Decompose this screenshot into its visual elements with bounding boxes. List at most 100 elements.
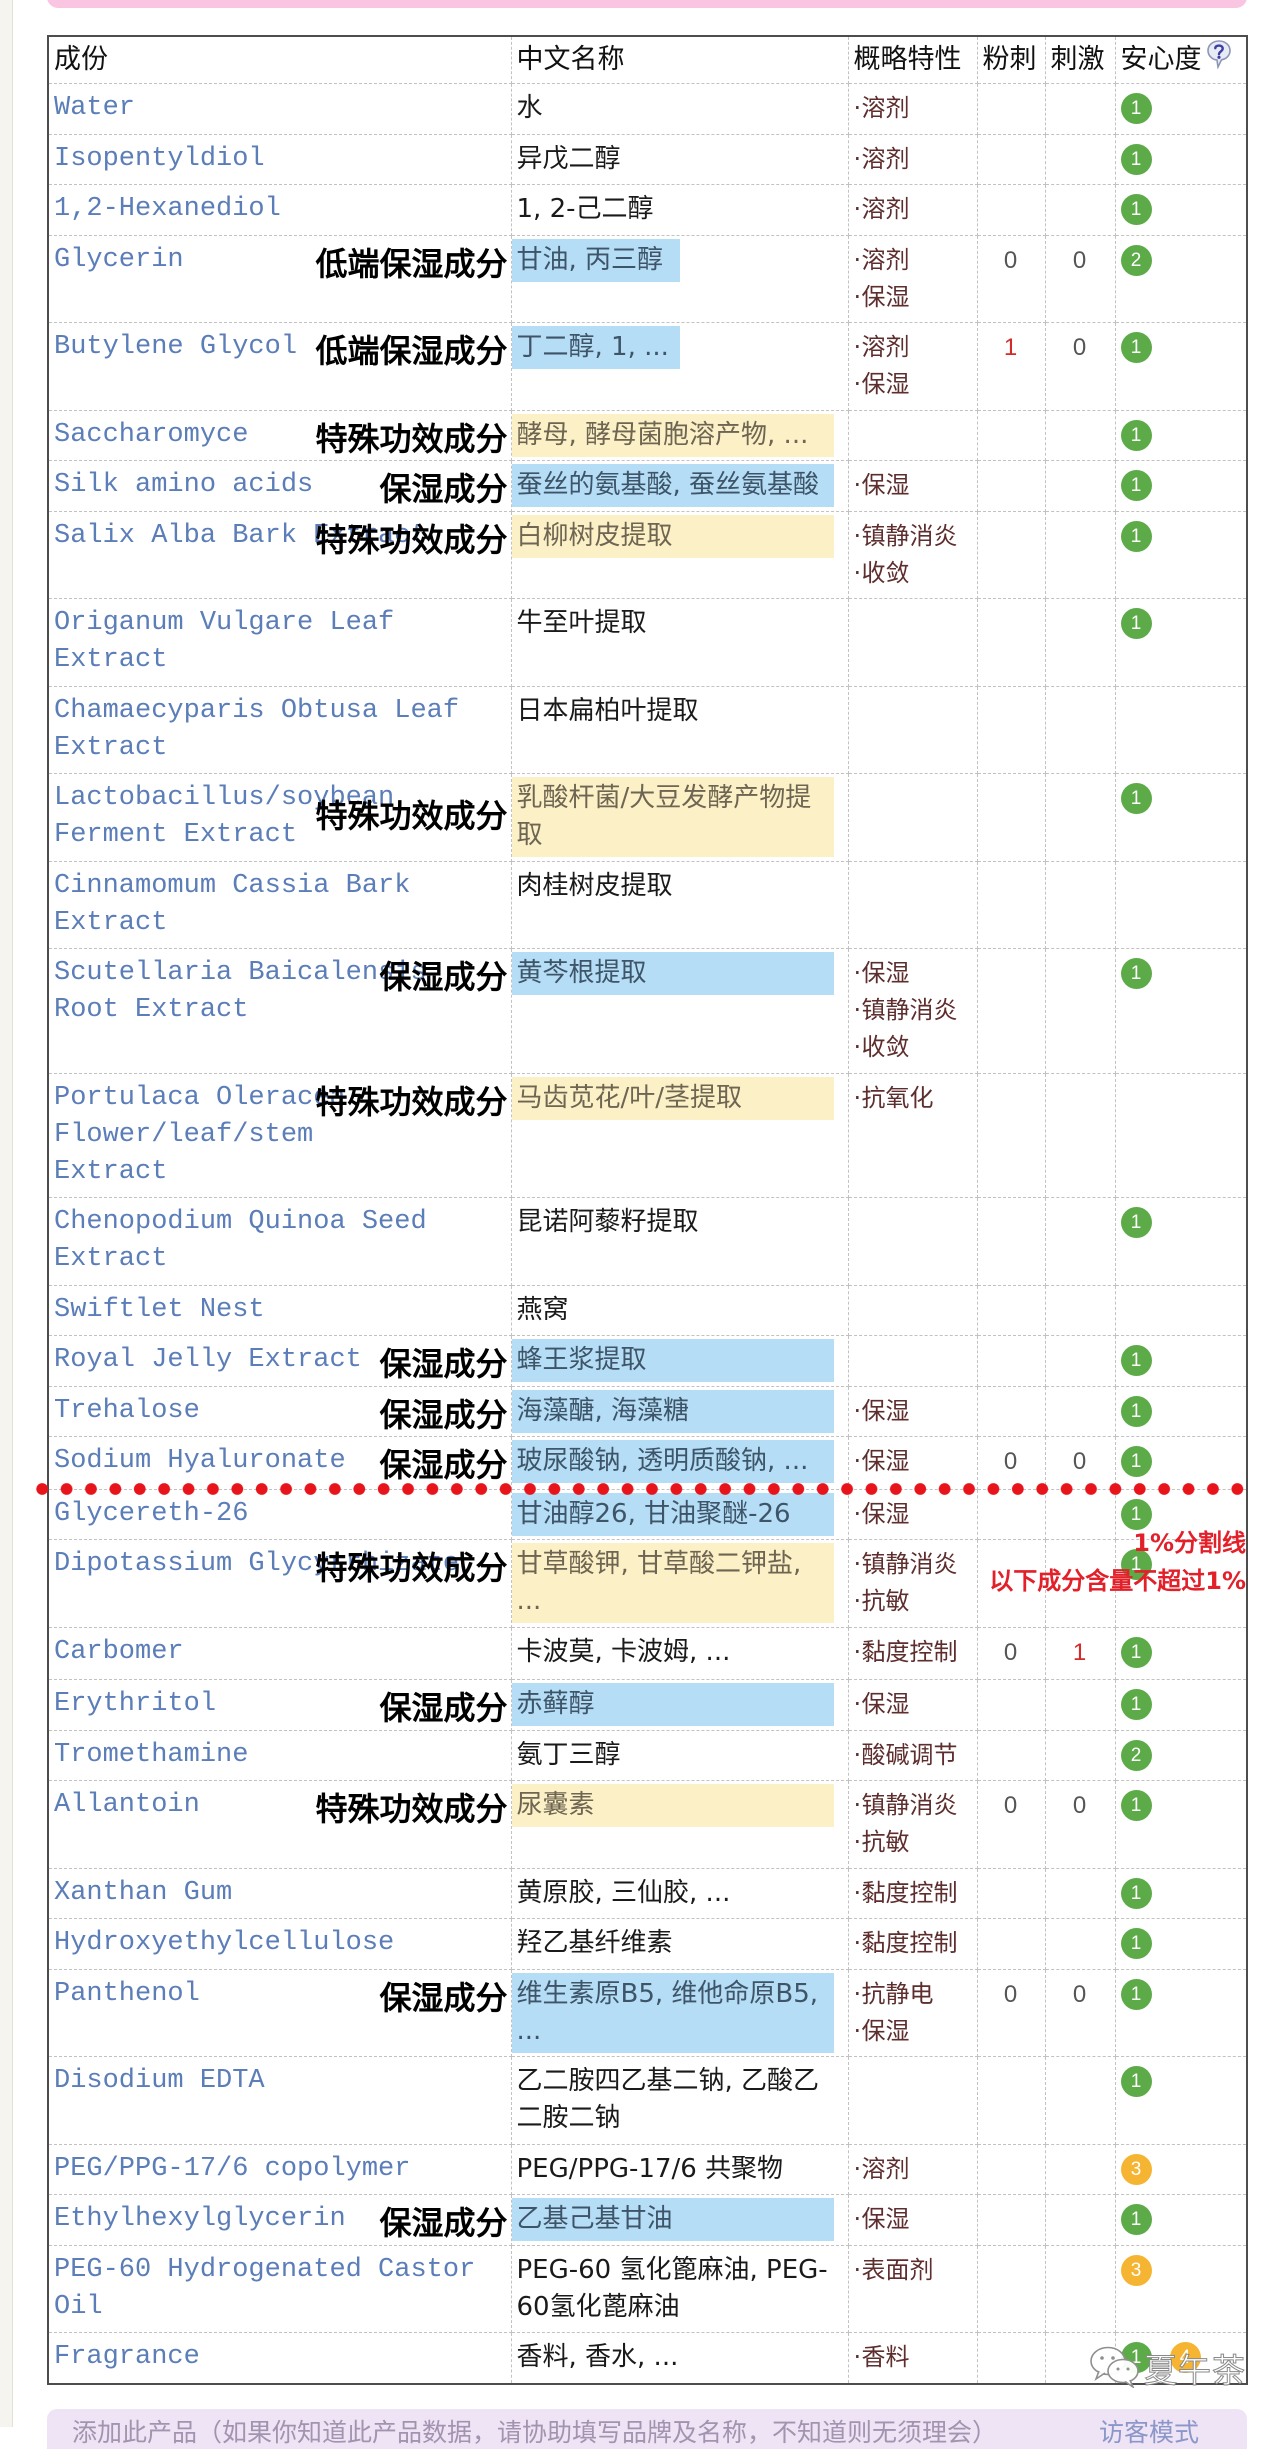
ingredient-row: Carbomer 卡波莫, 卡波姆, ... ·黏度控制 0 1 1 [47,1626,1248,1680]
page-left-margin [0,0,13,2427]
properties-cell [847,1197,978,1286]
ingredient-name-link[interactable]: Chenopodium Quinoa Seed Extract [54,1207,427,1274]
ingredient-name-link[interactable]: Hydroxyethylcellulose [54,1928,394,1958]
acne-value: 0 [1003,246,1018,274]
ingredient-name-link[interactable]: Royal Jelly Extract [54,1345,362,1375]
chinese-name: 黄原胶, 三仙胶, ... [516,1877,731,1908]
ingredient-name-link[interactable]: 1,2-Hexanediol [54,194,281,224]
ingredient-table: 成份 中文名称 概略特性 粉刺 刺激 安心度 Water 水 ·溶剂 1 Isopent… [47,35,1248,2385]
ingredient-name-link[interactable]: Allantoin [54,1790,200,1820]
safety-cell: 1 [1114,460,1248,512]
category-annotation: 保湿成分 [379,958,508,996]
ingredient-name-link[interactable]: Glycerin [54,245,184,275]
header-chinese-name: 中文名称 [510,35,849,84]
ingredient-name-link[interactable]: Swiftlet Nest [54,1295,265,1325]
property-label: 保湿 [861,2205,910,2233]
property-tag: ·保湿 [854,1686,971,1723]
ingredient-table-body: Water 水 ·溶剂 1 Isopentyldiol 异戊二醇 ·溶剂 1 1,2-Hexan… [47,83,1248,2384]
ingredient-name-link[interactable]: Carbomer [54,1637,184,1667]
ingredient-cell: Salix Alba Bark Extract 特殊功效成分 [47,510,512,599]
ingredient-name-link[interactable]: Trehalose [54,1396,200,1426]
safety-cell [1114,1284,1248,1336]
ingredient-name-link[interactable]: Butylene Glycol [54,332,297,362]
category-annotation: 特殊功效成分 [315,419,508,458]
ingredient-name-link[interactable]: Chamaecyparis Obtusa Leaf Extract [54,696,459,763]
ingredient-name-link[interactable]: Panthenol [54,1979,200,2009]
safety-cell [1114,1072,1248,1198]
ingredient-cell: Fragrance [47,2332,512,2384]
ingredient-name-link[interactable]: PEG-60 Hydrogenated Castor Oil [54,2255,475,2322]
property-tag: ·镇静消炎 [854,992,971,1029]
category-annotation: 特殊功效成分 [315,1790,508,1828]
ingredient-row: PEG/PPG-17/6 copolymer PEG/PPG-17/6 共聚物 ·溶… [47,2143,1248,2195]
ingredient-name-link[interactable]: Tromethamine [54,1740,248,1770]
bullet: · [853,1033,862,1061]
irritation-cell [1044,773,1116,862]
category-annotation: 低端保湿成分 [315,332,508,370]
property-label: 黏度控制 [861,1637,958,1666]
chinese-name: 卡波莫, 卡波姆, ... [516,1636,731,1667]
ingredient-cell: Dipotassium Glycyrrhizate 特殊功效成分 [47,1539,512,1628]
ingredient-row: Erythritol 保湿成分 赤藓醇 ·保湿 1 [47,1679,1248,1731]
safety-badge: 1 [1120,1207,1152,1238]
ingredient-name-link[interactable]: Water [54,93,135,123]
chinese-name: 赤藓醇 [511,1683,834,1726]
chinese-name-cell: 尿囊素 [510,1780,849,1869]
irritation-cell [1044,598,1116,687]
chinese-name-cell: 乙二胺四乙基二钠, 乙酸乙二胺二钠 [510,2056,849,2145]
property-tag: ·溶剂 [854,90,971,127]
acne-cell: 0 [976,1780,1046,1869]
ingredient-name-link[interactable]: Fragrance [54,2342,200,2372]
bullet: · [853,1740,862,1769]
property-label: 保湿 [861,1447,910,1475]
ingredient-cell: 1,2-Hexanediol [47,184,512,236]
ingredient-row: Panthenol 保湿成分 维生素原B5, 维他命原B5, ... ·抗静电 ·保湿 0… [47,1968,1248,2057]
property-label: 保湿 [861,1499,910,1528]
add-product-link[interactable]: 添加此产品（如果你知道此产品数据，请协助填写品牌及名称，不知道则无须理会） [72,2413,997,2449]
irritation-cell: 0 [1044,234,1116,323]
irritation-cell [1044,685,1116,774]
property-label: 收敛 [861,1033,910,1061]
ingredient-name-link[interactable]: Disodium EDTA [54,2066,265,2096]
ingredient-cell: Chamaecyparis Obtusa Leaf Extract [47,685,512,774]
safety-cell: 14 [1114,2332,1248,2384]
ingredient-name-link[interactable]: PEG/PPG-17/6 copolymer [54,2154,410,2184]
question-bubble-icon[interactable] [1206,39,1232,79]
ingredient-name-link[interactable]: Xanthan Gum [54,1878,232,1908]
ingredient-name-link[interactable]: Isopentyldiol [54,144,265,174]
safety-cell: 1 [1114,510,1248,599]
property-label: 保湿 [861,1396,910,1425]
category-annotation: 保湿成分 [379,1395,508,1434]
safety-cell: 2 [1114,234,1248,323]
ingredient-name-link[interactable]: Scutellaria Baicalensis Root Extract [54,958,427,1025]
safety-badge: 1 [1120,1446,1152,1477]
ingredient-cell: Origanum Vulgare Leaf Extract [47,598,512,687]
ingredient-name-link[interactable]: Silk amino acids [54,470,313,500]
ingredient-name-link[interactable]: Origanum Vulgare Leaf Extract [54,608,394,675]
properties-cell [847,2056,978,2145]
irritation-cell [1044,460,1116,512]
safety-cell: 1 [1114,1918,1248,1970]
ingredient-name-link[interactable]: Ethylhexylglycerin [54,2204,346,2234]
category-annotation: 特殊功效成分 [315,797,508,835]
ingredient-name-link[interactable]: Sodium Hyaluronate [54,1446,346,1476]
ingredient-name-link[interactable]: Cinnamomum Cassia Bark Extract [54,871,410,938]
ingredient-cell: Trehalose 保湿成分 [47,1385,512,1437]
header-irritation: 刺激 [1044,35,1116,84]
safety-cell: 1 [1114,598,1248,687]
guest-mode-link[interactable]: 访客模式 [1099,2413,1199,2449]
chinese-name: 蚕丝的氨基酸, 蚕丝氨基酸 [511,464,834,507]
bullet: · [853,1499,862,1528]
ingredient-row: Chamaecyparis Obtusa Leaf Extract 日本扁柏叶提取 [47,685,1248,774]
properties-cell: ·溶剂 ·保湿 [847,234,978,323]
ingredient-name-link[interactable]: Erythritol [54,1689,216,1719]
chinese-name: PEG/PPG-17/6 共聚物 [516,2153,784,2184]
chinese-name: 维生素原B5, 维他命原B5, ... [511,1972,834,2053]
safety-cell: 1 [1114,2056,1248,2145]
chinese-name: 甘油, 丙三醇 [511,238,680,282]
chinese-name-cell: 羟乙基纤维素 [510,1918,849,1970]
safety-badge: 1 [1120,608,1152,639]
ingredient-name-link[interactable]: Glycereth-26 [54,1499,248,1529]
ingredient-name-link[interactable]: Saccharomyce [54,420,248,450]
ingredient-row: Allantoin 特殊功效成分 尿囊素 ·镇静消炎 ·抗敏 0 0 1 [47,1780,1248,1869]
